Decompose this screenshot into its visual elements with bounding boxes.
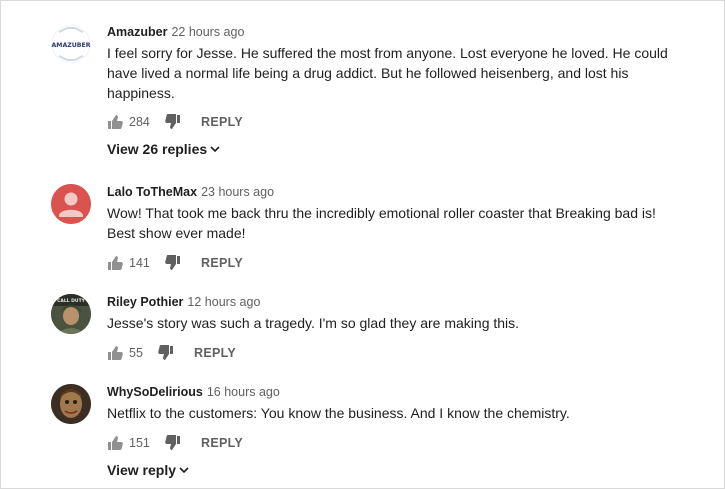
comment-author[interactable]: WhySoDelirious — [107, 385, 203, 399]
thumbs-up-icon[interactable] — [107, 345, 123, 361]
comment-actions: 284 REPLY — [107, 112, 687, 132]
avatar[interactable] — [51, 184, 91, 224]
comment-actions: 141 REPLY — [107, 253, 687, 273]
comment-time[interactable]: 22 hours ago — [171, 25, 244, 39]
comment-time[interactable]: 23 hours ago — [201, 185, 274, 199]
like-count: 141 — [129, 256, 150, 270]
comment-author[interactable]: Lalo ToTheMax — [107, 185, 197, 199]
soldier-avatar-icon: CALL DUTY — [51, 294, 91, 334]
view-replies-label: View 26 replies — [107, 141, 208, 157]
comment-author[interactable]: Amazuber — [107, 25, 167, 39]
thumbs-up-icon[interactable] — [107, 435, 123, 451]
comment-actions: 55 REPLY — [107, 343, 687, 363]
view-replies-button[interactable]: View 26 replies — [107, 139, 687, 159]
view-replies-label: View reply — [107, 462, 177, 478]
thumbs-up-icon[interactable] — [107, 114, 123, 130]
default-user-icon — [51, 184, 91, 224]
avatar[interactable]: CALL DUTY — [51, 294, 91, 334]
joker-avatar-icon — [51, 384, 91, 424]
chevron-down-icon — [179, 467, 189, 474]
reply-button[interactable]: REPLY — [201, 256, 243, 270]
thumbs-down-icon[interactable] — [165, 435, 181, 451]
view-replies-button[interactable]: View reply — [107, 460, 687, 480]
reply-button[interactable]: REPLY — [201, 115, 243, 129]
thumbs-down-icon[interactable] — [165, 114, 181, 130]
comment-time[interactable]: 16 hours ago — [207, 385, 280, 399]
comments-panel: AMAZUBER Amazuber 22 hours ago I feel sor… — [0, 0, 725, 489]
chevron-down-icon — [210, 146, 220, 153]
reply-button[interactable]: REPLY — [201, 436, 243, 450]
svg-text:AMAZUBER: AMAZUBER — [52, 42, 91, 49]
thumbs-up-icon[interactable] — [107, 255, 123, 271]
comment-actions: 151 REPLY — [107, 433, 687, 453]
thumbs-down-icon[interactable] — [165, 255, 181, 271]
like-count: 55 — [129, 346, 143, 360]
avatar[interactable] — [51, 384, 91, 424]
avatar[interactable]: AMAZUBER — [51, 24, 91, 64]
like-count: 284 — [129, 115, 150, 129]
thumbs-down-icon[interactable] — [158, 345, 174, 361]
amazuber-logo-icon: AMAZUBER — [51, 24, 91, 64]
like-count: 151 — [129, 436, 150, 450]
comment-author[interactable]: Riley Pothier — [107, 295, 183, 309]
reply-button[interactable]: REPLY — [194, 346, 236, 360]
comment-time[interactable]: 12 hours ago — [187, 295, 260, 309]
comment-text: Jesse's story was such a tragedy. I'm so… — [107, 315, 520, 331]
comment-text: Wow! That took me back thru the incredib… — [107, 205, 656, 241]
comment-text: Netflix to the customers: You know the b… — [107, 405, 570, 421]
comment-text: I feel sorry for Jesse. He suffered the … — [107, 45, 668, 101]
svg-text:CALL DUTY: CALL DUTY — [57, 298, 86, 304]
